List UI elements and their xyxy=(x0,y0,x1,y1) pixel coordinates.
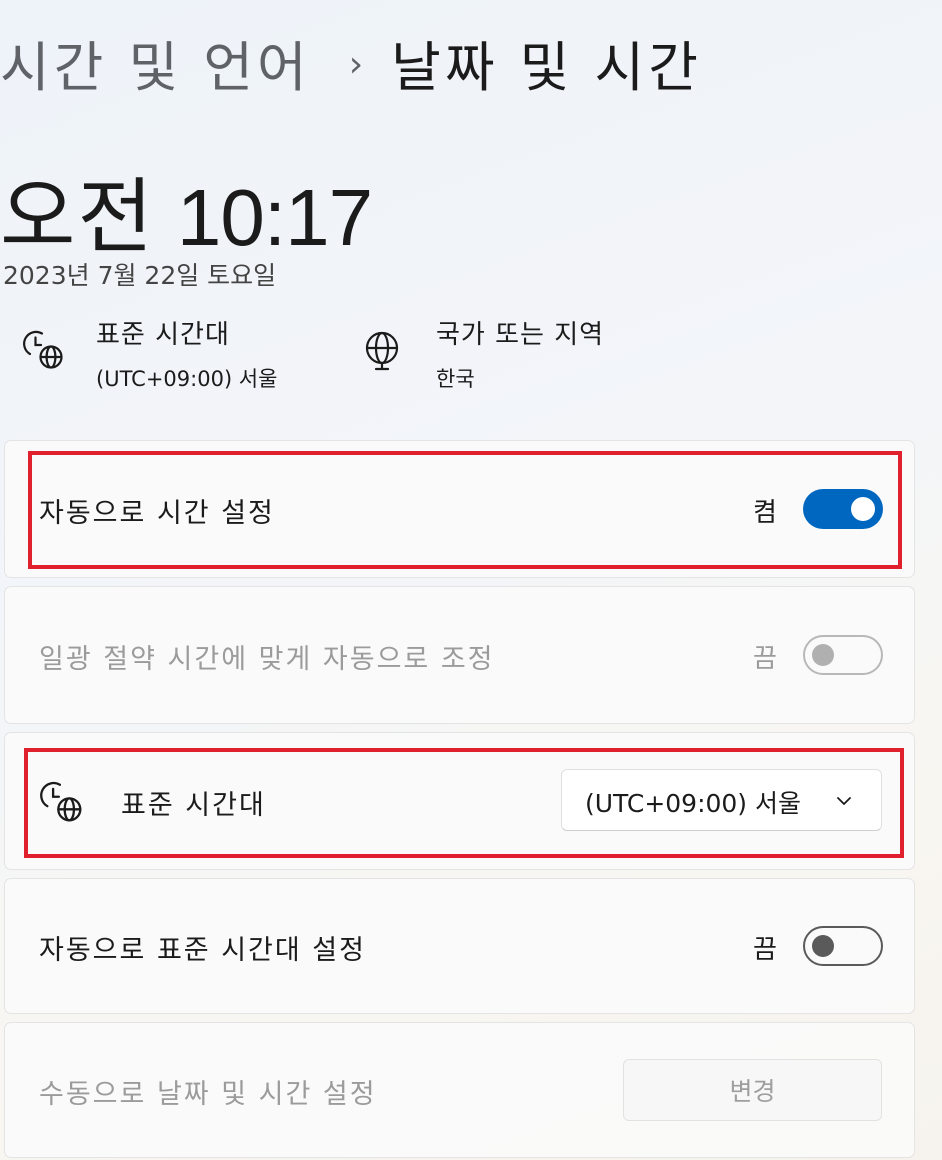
clock-globe-icon xyxy=(23,330,63,369)
manual-datetime-label: 수동으로 날짜 및 시간 설정 xyxy=(39,1079,377,1110)
setting-manual-datetime: 수동으로 날짜 및 시간 설정 변경 xyxy=(4,1022,915,1158)
info-region: 국가 또는 지역 한국 xyxy=(360,314,604,393)
timezone-dropdown-value: (UTC+09:00) 서울 xyxy=(585,789,802,818)
setting-auto-time: 자동으로 시간 설정 켬 xyxy=(4,440,915,578)
clock-globe-icon xyxy=(40,781,82,822)
dst-label: 일광 절약 시간에 맞게 자동으로 조정 xyxy=(39,644,495,675)
toggle-knob xyxy=(851,497,875,521)
info-region-title: 국가 또는 지역 xyxy=(436,320,605,350)
dst-state: 끔 xyxy=(753,644,777,674)
page-title: 날짜 및 시간 xyxy=(391,35,702,99)
info-timezone: 표준 시간대 (UTC+09:00) 서울 xyxy=(22,314,277,393)
auto-time-toggle[interactable] xyxy=(803,489,883,529)
auto-timezone-state: 끔 xyxy=(753,935,777,965)
setting-dst: 일광 절약 시간에 맞게 자동으로 조정 끔 xyxy=(4,586,915,724)
setting-auto-timezone: 자동으로 표준 시간대 설정 끔 xyxy=(4,878,915,1014)
clock-ampm: 오전 xyxy=(0,170,155,265)
info-timezone-title: 표준 시간대 xyxy=(96,320,230,350)
auto-time-state: 켬 xyxy=(753,498,777,528)
timezone-label: 표준 시간대 xyxy=(121,790,266,821)
auto-timezone-label: 자동으로 표준 시간대 설정 xyxy=(39,935,366,966)
auto-time-label: 자동으로 시간 설정 xyxy=(39,498,275,529)
info-timezone-value: (UTC+09:00) 서울 xyxy=(96,367,278,391)
breadcrumb-parent-link[interactable]: 시간 및 언어 xyxy=(0,23,311,102)
chevron-down-icon xyxy=(837,797,851,805)
info-region-value: 한국 xyxy=(436,367,475,391)
dst-toggle[interactable] xyxy=(803,635,883,675)
current-time: 오전 10:17 xyxy=(0,150,373,265)
auto-timezone-toggle[interactable] xyxy=(803,926,883,966)
timezone-dropdown[interactable]: (UTC+09:00) 서울 xyxy=(561,769,882,831)
globe-icon xyxy=(365,331,399,371)
breadcrumb: 시간 및 언어 › 날짜 및 시간 xyxy=(0,22,702,102)
breadcrumb-separator: › xyxy=(348,43,364,85)
toggle-knob xyxy=(812,935,834,957)
current-date: 2023년 7월 22일 토요일 xyxy=(3,261,277,290)
setting-timezone: 표준 시간대 (UTC+09:00) 서울 xyxy=(4,732,915,870)
change-button[interactable]: 변경 xyxy=(623,1059,882,1121)
toggle-knob xyxy=(812,644,834,666)
clock-time: 10:17 xyxy=(176,173,373,262)
